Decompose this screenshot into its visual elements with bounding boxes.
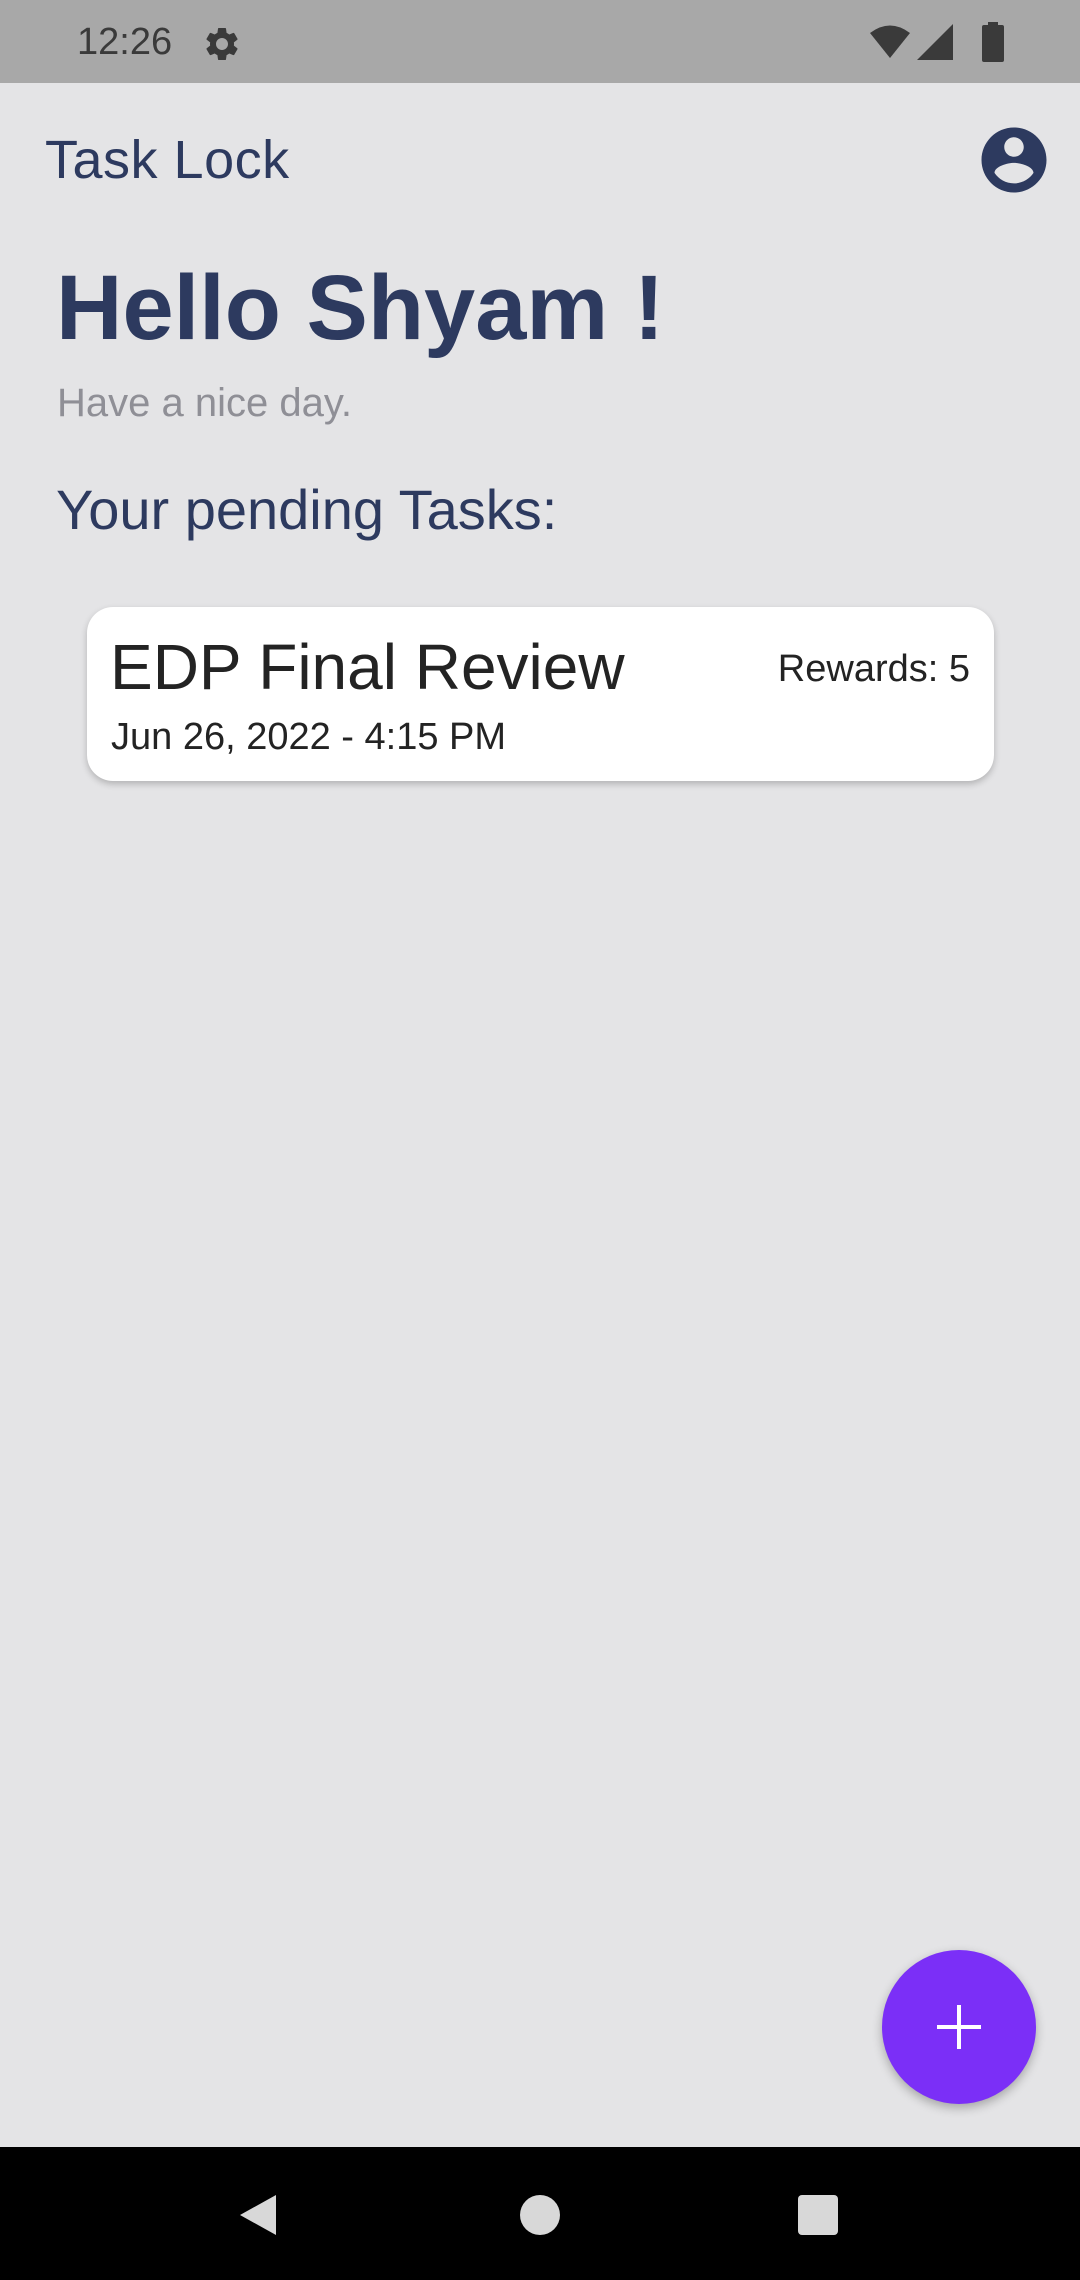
cell-signal-icon [917, 24, 953, 60]
account-circle-icon[interactable] [975, 121, 1053, 199]
status-bar: 12:26 [0, 0, 1080, 83]
status-time: 12:26 [77, 21, 173, 63]
greeting-title: Hello Shyam ! [56, 257, 665, 359]
task-datetime: Jun 26, 2022 - 4:15 PM [111, 716, 507, 758]
plus-icon [937, 2005, 981, 2049]
battery-icon [982, 22, 1004, 62]
recents-icon[interactable] [797, 2194, 839, 2236]
status-icons [869, 22, 1005, 64]
back-icon[interactable] [236, 2193, 280, 2237]
home-icon[interactable] [518, 2193, 562, 2237]
task-card[interactable]: EDP Final Review Rewards: 5 Jun 26, 2022… [87, 607, 994, 781]
navigation-bar [0, 2147, 1080, 2280]
pending-tasks-heading: Your pending Tasks: [56, 478, 558, 541]
settings-gear-icon [202, 24, 242, 64]
add-task-button[interactable] [882, 1950, 1036, 2104]
wifi-icon [870, 25, 910, 58]
task-rewards: Rewards: 5 [777, 648, 970, 690]
app-title: Task Lock [45, 130, 290, 190]
task-title: EDP Final Review [110, 631, 625, 703]
greeting-subtitle: Have a nice day. [57, 381, 352, 425]
